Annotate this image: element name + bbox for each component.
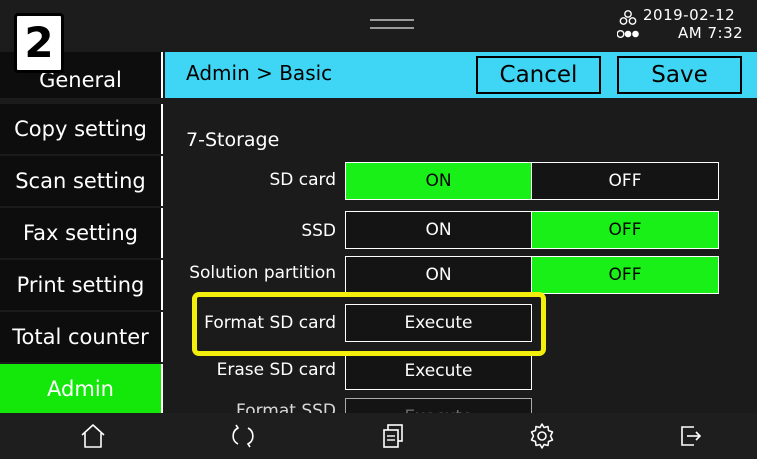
sidebar-item-fax-setting[interactable]: Fax setting (0, 208, 163, 258)
sidebar-item-admin[interactable]: Admin (0, 364, 163, 413)
row-label-erase-sd-card: Erase SD card (216, 360, 336, 380)
erase-sd-card-execute-button[interactable]: Execute (345, 352, 532, 390)
status-time: AM 7:32 (678, 24, 744, 42)
home-icon[interactable] (78, 421, 108, 451)
network-status-icon (617, 10, 639, 38)
sidebar-item-print-setting[interactable]: Print setting (0, 260, 163, 310)
sidebar-item-label: Copy setting (14, 117, 147, 141)
sd-card-off-toggle[interactable]: OFF (531, 162, 719, 200)
highlight-box (192, 292, 546, 356)
sidebar-item-label: Total counter (12, 325, 149, 349)
sidebar-item-label: Print setting (16, 273, 145, 297)
settings-gear-icon[interactable] (527, 421, 557, 451)
status-date: 2019-02-12 (643, 6, 736, 24)
solution-partition-on-toggle[interactable]: ON (345, 256, 532, 294)
section-title: 7-Storage (186, 129, 280, 151)
sidebar-item-label: Fax setting (23, 221, 138, 245)
step-number-badge: 2 (14, 13, 64, 73)
ssd-on-toggle[interactable]: ON (345, 211, 532, 249)
cancel-button[interactable]: Cancel (476, 56, 601, 94)
save-button[interactable]: Save (617, 56, 742, 94)
copy-icon[interactable] (378, 421, 408, 451)
row-label-solution-partition: Solution partition (189, 263, 336, 283)
drag-handle-line-bottom[interactable] (370, 27, 414, 29)
refresh-icon[interactable] (228, 421, 258, 451)
row-label-ssd: SSD (301, 221, 336, 241)
breadcrumb: Admin > Basic (186, 61, 333, 85)
device-screen: 2019-02-12 AM 7:32 General Copy setting … (0, 0, 757, 459)
logout-icon[interactable] (676, 421, 706, 451)
sidebar-item-scan-setting[interactable]: Scan setting (0, 156, 163, 206)
status-bar: 2019-02-12 AM 7:32 (0, 0, 757, 48)
sidebar-item-label: Admin (47, 376, 114, 401)
sidebar-item-total-counter[interactable]: Total counter (0, 312, 163, 362)
sd-card-on-toggle[interactable]: ON (345, 162, 532, 200)
ssd-off-toggle[interactable]: OFF (531, 211, 719, 249)
drag-handle-line-top[interactable] (370, 19, 414, 21)
row-label-sd-card: SD card (269, 170, 336, 190)
sidebar-item-copy-setting[interactable]: Copy setting (0, 104, 163, 154)
solution-partition-off-toggle[interactable]: OFF (531, 256, 719, 294)
sidebar-item-label: Scan setting (15, 169, 146, 193)
